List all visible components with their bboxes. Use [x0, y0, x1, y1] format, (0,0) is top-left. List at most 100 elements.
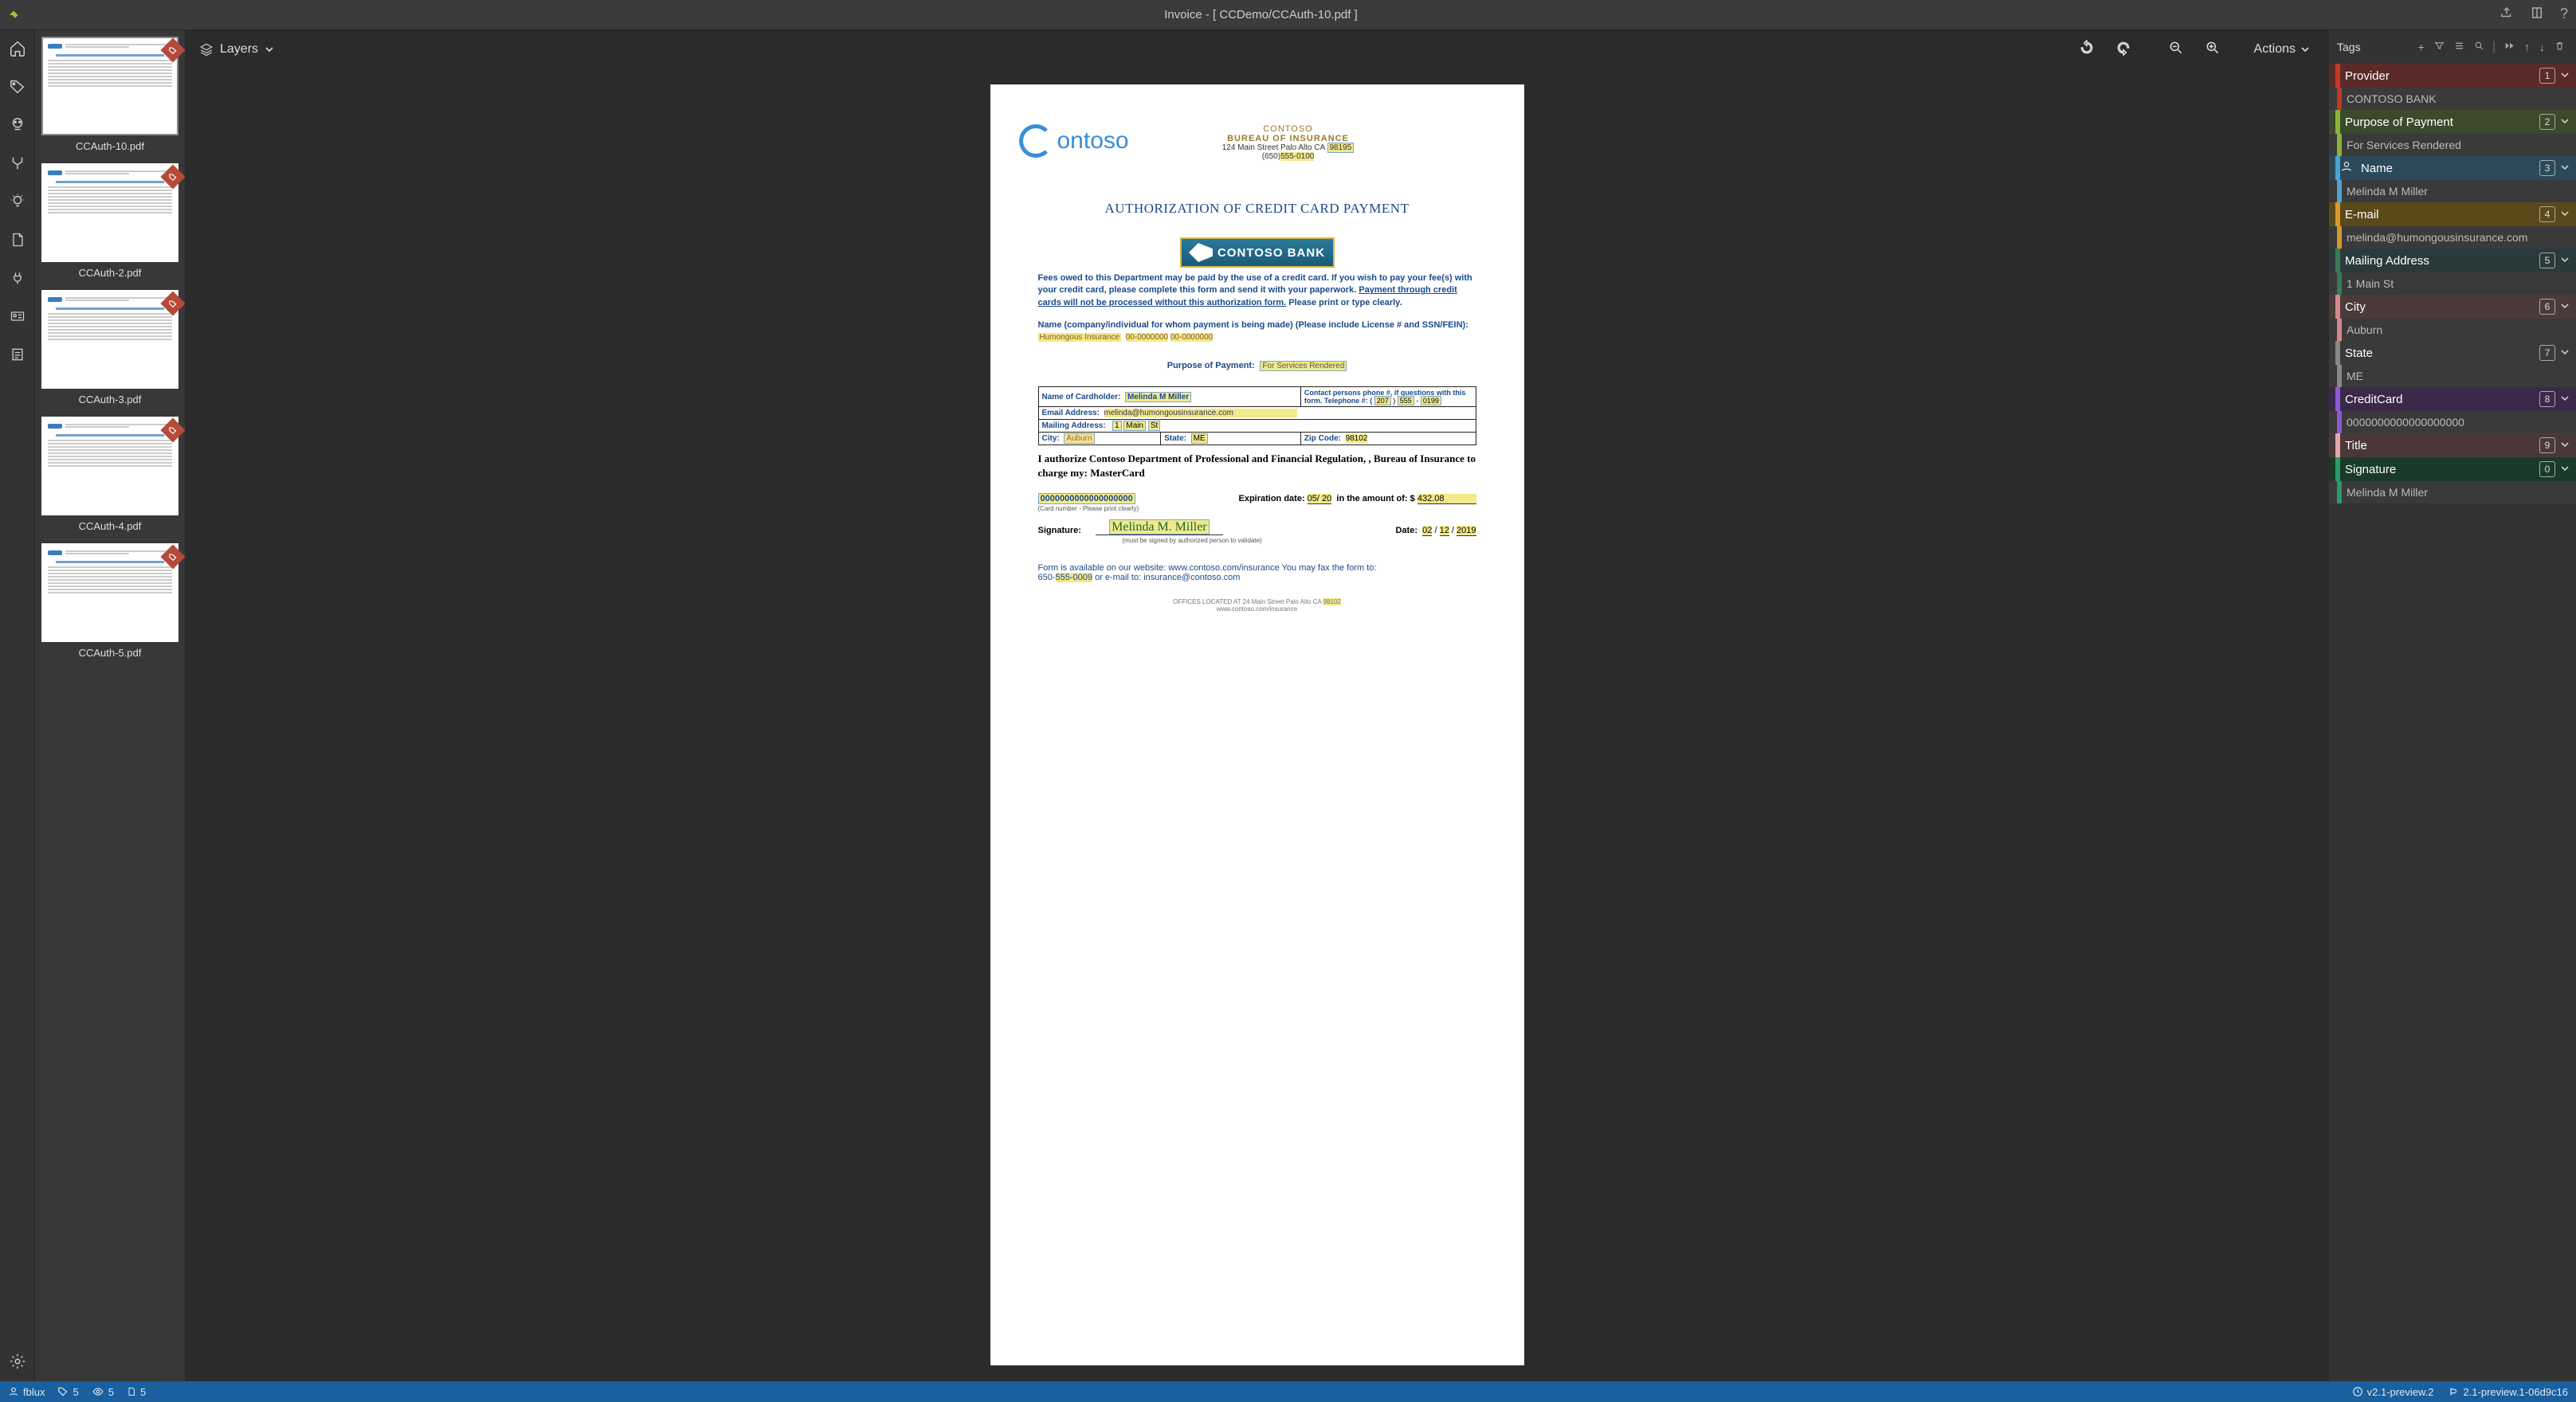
chevron-down-icon[interactable]: [2560, 347, 2570, 359]
chevron-down-icon[interactable]: [2560, 70, 2570, 82]
tag-value[interactable]: ME: [2329, 365, 2576, 387]
skip-icon[interactable]: [2500, 39, 2518, 55]
tag-number: 2: [2539, 114, 2555, 130]
status-version-a[interactable]: v2.1-preview.2: [2352, 1386, 2434, 1398]
hdr-address: 124 Main Street Palo Alto CA 98195: [1161, 143, 1416, 152]
add-tag-icon[interactable]: +: [2415, 39, 2428, 55]
document-toolbar: Layers Actions: [185, 30, 2329, 69]
chevron-down-icon[interactable]: [2560, 394, 2570, 405]
chevron-down-icon[interactable]: [2560, 163, 2570, 174]
tag-value[interactable]: Melinda M Miller: [2329, 481, 2576, 503]
tag-value[interactable]: melinda@humongousinsurance.com: [2329, 226, 2576, 249]
tag-row-creditcard: CreditCard 8 0000000000000000000: [2329, 387, 2576, 433]
tag-icon[interactable]: [7, 76, 28, 97]
zoom-in-icon[interactable]: [2198, 37, 2227, 63]
tags-title: Tags: [2337, 41, 2361, 53]
tag-name: E-mail: [2340, 208, 2539, 221]
tag-row-title: Title 9: [2329, 433, 2576, 457]
tag-number: 1: [2539, 68, 2555, 84]
rotate-right-icon[interactable]: [2109, 37, 2138, 63]
tag-header[interactable]: E-mail 4: [2329, 202, 2576, 226]
tag-row-mailing-address: Mailing Address 5 1 Main St: [2329, 249, 2576, 295]
tag-value[interactable]: 0000000000000000000: [2329, 411, 2576, 433]
layers-button[interactable]: Layers: [199, 42, 274, 57]
id-card-icon[interactable]: [7, 306, 28, 327]
tag-row-state: State 7 ME: [2329, 341, 2576, 387]
name-label: Name (company/individual for whom paymen…: [1038, 320, 1476, 330]
rotate-left-icon[interactable]: [2072, 37, 2101, 63]
search-tags-icon[interactable]: [2471, 39, 2488, 55]
book-icon[interactable]: [2530, 6, 2544, 24]
tag-header[interactable]: Name 3: [2329, 156, 2576, 180]
thumbnail-column: CCAuth-10.pdf CCAuth-2.pdf CCAuth-3.pdf …: [35, 30, 185, 1381]
layers-label: Layers: [220, 42, 258, 57]
robot-icon[interactable]: [7, 115, 28, 135]
tag-value[interactable]: Melinda M Miller: [2329, 180, 2576, 202]
bank-logo: CONTOSO BANK: [1182, 239, 1333, 266]
tag-value[interactable]: 1 Main St: [2329, 272, 2576, 295]
down-icon[interactable]: ↓: [2536, 39, 2548, 55]
bulb-icon[interactable]: [7, 191, 28, 212]
window-title: Invoice - [ CCDemo/CCAuth-10.pdf ]: [22, 8, 2500, 22]
thumbnail-label: CCAuth-2.pdf: [41, 267, 178, 279]
chevron-down-icon[interactable]: [2560, 440, 2570, 452]
tag-row-signature: Signature 0 Melinda M Miller: [2329, 457, 2576, 503]
tag-name: City: [2340, 300, 2539, 314]
thumbnail-4[interactable]: CCAuth-5.pdf: [41, 543, 178, 659]
chevron-down-icon[interactable]: [2560, 255, 2570, 267]
tag-header[interactable]: Purpose of Payment 2: [2329, 110, 2576, 134]
tag-header[interactable]: Mailing Address 5: [2329, 249, 2576, 272]
app-icon: [8, 8, 22, 22]
help-icon[interactable]: ?: [2560, 6, 2568, 24]
cc-hint: (Card number - Please print clearly): [1038, 505, 1496, 512]
status-visible[interactable]: 5: [92, 1386, 114, 1398]
tag-header[interactable]: CreditCard 8: [2329, 387, 2576, 411]
cardholder-table: Name of Cardholder: Melinda M Miller Con…: [1038, 386, 1476, 445]
settings-icon[interactable]: [7, 1351, 28, 1372]
status-tags[interactable]: 5: [57, 1386, 78, 1398]
merge-icon[interactable]: [7, 153, 28, 174]
tag-value[interactable]: CONTOSO BANK: [2329, 88, 2576, 110]
tag-header[interactable]: Title 9: [2329, 433, 2576, 457]
status-user[interactable]: fblux: [8, 1386, 45, 1398]
document-icon[interactable]: [7, 229, 28, 250]
tag-header[interactable]: Signature 0: [2329, 457, 2576, 481]
share-icon[interactable]: [2500, 6, 2514, 24]
chevron-down-icon[interactable]: [2560, 464, 2570, 476]
thumbnail-1[interactable]: CCAuth-2.pdf: [41, 163, 178, 279]
status-version-b[interactable]: 2.1-preview.1-06d9c16: [2448, 1386, 2568, 1398]
footer-text: Form is available on our website: www.co…: [1038, 563, 1476, 582]
tag-row-city: City 6 Auburn: [2329, 295, 2576, 341]
form-icon[interactable]: [7, 344, 28, 365]
name-value: Humongous Insurance 00-0000000 00-000000…: [1038, 333, 1496, 342]
hdr-company: CONTOSO: [1161, 124, 1416, 134]
delete-icon[interactable]: [2551, 39, 2568, 55]
person-icon: [2340, 160, 2353, 177]
thumbnail-3[interactable]: CCAuth-4.pdf: [41, 417, 178, 532]
actions-button[interactable]: Actions: [2249, 42, 2315, 57]
thumbnail-label: CCAuth-4.pdf: [41, 520, 178, 532]
thumbnail-2[interactable]: CCAuth-3.pdf: [41, 290, 178, 405]
tag-row-e-mail: E-mail 4 melinda@humongousinsurance.com: [2329, 202, 2576, 249]
zoom-out-icon[interactable]: [2162, 37, 2190, 63]
tag-header[interactable]: City 6: [2329, 295, 2576, 319]
chevron-down-icon[interactable]: [2560, 209, 2570, 221]
up-icon[interactable]: ↑: [2521, 39, 2533, 55]
tag-number: 6: [2539, 299, 2555, 315]
filter-icon[interactable]: [2431, 39, 2448, 55]
tag-value[interactable]: Auburn: [2329, 319, 2576, 341]
tag-header[interactable]: State 7: [2329, 341, 2576, 365]
tag-name: Provider: [2340, 69, 2539, 83]
chevron-down-icon[interactable]: [2560, 301, 2570, 313]
document-viewport[interactable]: ontoso CONTOSO BUREAU OF INSURANCE 124 M…: [185, 69, 2329, 1381]
tag-name: CreditCard: [2340, 393, 2539, 406]
tag-value[interactable]: For Services Rendered: [2329, 134, 2576, 156]
tag-header[interactable]: Provider 1: [2329, 64, 2576, 88]
thumbnail-0[interactable]: CCAuth-10.pdf: [41, 37, 178, 152]
home-icon[interactable]: [7, 38, 28, 59]
status-docs[interactable]: 5: [127, 1386, 146, 1398]
list-icon[interactable]: [2451, 39, 2468, 55]
plug-icon[interactable]: [7, 268, 28, 288]
tag-number: 8: [2539, 391, 2555, 407]
chevron-down-icon[interactable]: [2560, 116, 2570, 128]
